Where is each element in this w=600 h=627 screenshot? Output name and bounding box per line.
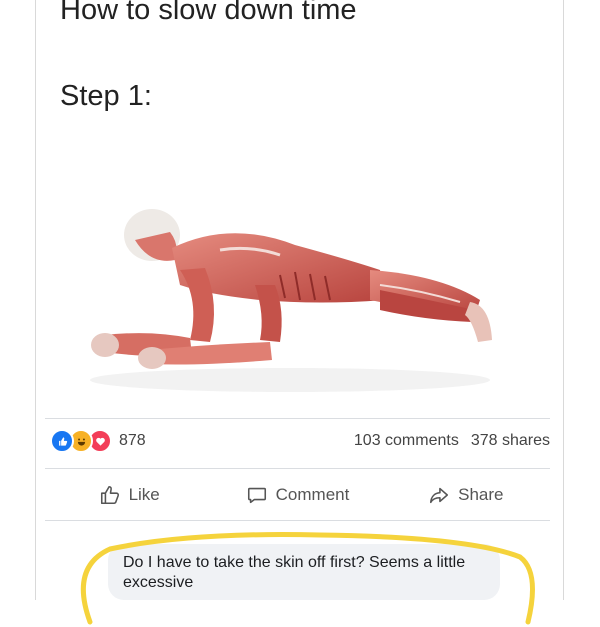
reaction-count: 878 (119, 432, 146, 449)
comment-button[interactable]: Comment (213, 478, 381, 512)
reaction-summary[interactable]: 878 (50, 429, 146, 453)
divider-bottom (45, 520, 550, 521)
engagement-counts: 103 comments 378 shares (354, 432, 550, 450)
step-label: Step 1: (60, 80, 152, 112)
like-button[interactable]: Like (45, 478, 213, 512)
action-bar: Like Comment Share (45, 478, 550, 512)
thumbs-up-icon (100, 485, 119, 505)
comment-count[interactable]: 103 comments (354, 432, 459, 450)
share-label: Share (458, 485, 504, 504)
right-frame-line (563, 0, 564, 600)
comment-icon (247, 487, 266, 504)
divider-middle (45, 468, 550, 469)
muscle-figure-plank-image (90, 209, 492, 392)
left-frame-line (35, 0, 36, 600)
post-title: How to slow down time (60, 0, 357, 26)
like-icon (50, 429, 74, 453)
share-button[interactable]: Share (382, 478, 550, 512)
comment-label: Comment (275, 485, 350, 504)
divider-top (45, 418, 550, 419)
share-count[interactable]: 378 shares (471, 432, 550, 450)
share-arrow-icon (430, 487, 449, 504)
like-label: Like (128, 485, 160, 504)
yellow-highlight-circle (80, 532, 535, 625)
